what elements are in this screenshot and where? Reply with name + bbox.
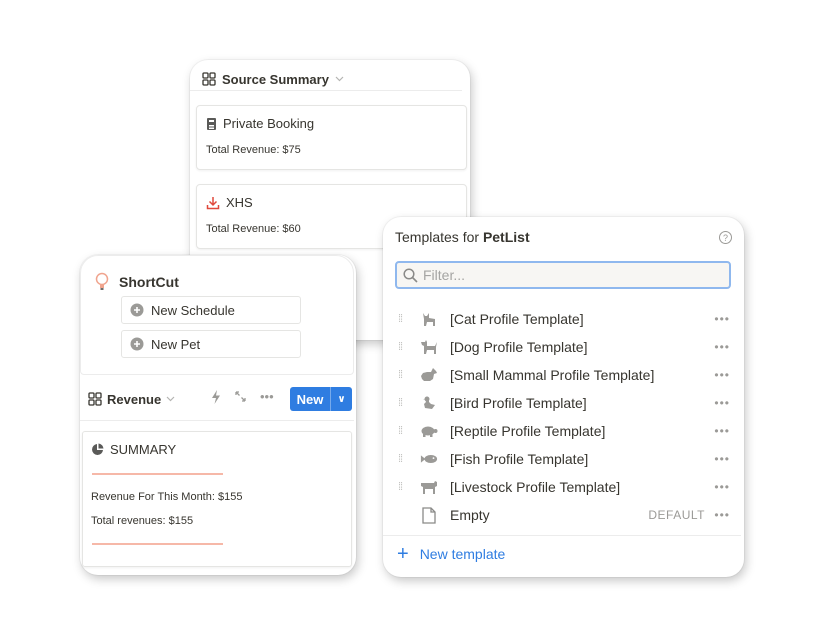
new-pet-button[interactable]: New Pet (121, 330, 301, 358)
drag-handle-icon[interactable]: ⁞⁞ (398, 398, 408, 409)
revenue-view-tab[interactable]: Revenue (88, 392, 175, 407)
total-revenues: Total revenues: $155 (91, 515, 194, 527)
filter-input[interactable]: Filter... (395, 261, 731, 289)
drag-handle-icon[interactable]: ⁞⁞ (398, 454, 408, 465)
template-item-empty[interactable]: ⁞⁞ Empty DEFAULT ••• (395, 501, 735, 529)
booking-icon (207, 117, 216, 130)
drag-handle-icon[interactable]: ⁞⁞ (398, 482, 408, 493)
gallery-icon (202, 72, 216, 86)
plus-icon: + (397, 543, 409, 565)
new-template-label: New template (419, 546, 506, 562)
template-label: [Reptile Profile Template] (450, 423, 606, 439)
shortcut-title: ShortCut (119, 274, 179, 290)
templates-header: Templates for PetList (395, 229, 530, 245)
lightning-icon[interactable] (211, 389, 221, 404)
templates-database-name: PetList (482, 229, 530, 245)
more-options-icon[interactable]: ••• (260, 389, 274, 404)
template-label: [Dog Profile Template] (450, 339, 588, 355)
template-label: [Cat Profile Template] (450, 311, 584, 327)
template-item-bird[interactable]: ⁞⁞ [Bird Profile Template] ••• (395, 389, 735, 417)
shortcut-revenue-panel: ShortCut New Schedule New Pet Revenue ••… (80, 255, 356, 575)
templates-header-prefix: Templates for (395, 229, 480, 245)
template-item-reptile[interactable]: ⁞⁞ [Reptile Profile Template] ••• (395, 417, 735, 445)
button-label: New Schedule (151, 302, 235, 318)
source-summary-title: Source Summary (222, 71, 329, 87)
template-item-fish[interactable]: ⁞⁞ [Fish Profile Template] ••• (395, 445, 735, 473)
more-options-icon[interactable]: ••• (714, 452, 730, 466)
more-options-icon[interactable]: ••• (714, 368, 730, 382)
accent-divider (92, 473, 223, 475)
summary-title: SUMMARY (110, 442, 177, 457)
expand-icon[interactable] (234, 390, 247, 403)
cat-icon (423, 313, 435, 326)
revenue-this-month: Revenue For This Month: $155 (91, 491, 243, 503)
source-summary-view-tab[interactable]: Source Summary (202, 66, 344, 92)
page-icon (422, 506, 436, 524)
help-icon[interactable]: ? (719, 231, 732, 244)
search-icon (403, 267, 418, 283)
button-label: New Pet (151, 336, 201, 352)
source-card-title: Private Booking (223, 116, 315, 131)
new-template-button[interactable]: + New template (397, 543, 506, 565)
new-button-label: New (296, 391, 324, 407)
pie-chart-icon (92, 443, 104, 455)
drag-handle-icon[interactable]: ⁞⁞ (398, 314, 408, 325)
more-options-icon[interactable]: ••• (714, 424, 730, 438)
divider (383, 535, 741, 536)
new-button[interactable]: New ∨ (290, 387, 352, 411)
drag-handle-icon[interactable]: ⁞⁞ (398, 426, 408, 437)
accent-divider (92, 543, 223, 545)
fish-icon (420, 454, 438, 464)
filter-placeholder: Filter... (423, 267, 466, 283)
divider (80, 420, 354, 421)
rabbit-icon (421, 368, 437, 381)
download-icon (206, 196, 220, 209)
template-label: [Livestock Profile Template] (450, 479, 621, 495)
shortcut-callout: ShortCut New Schedule New Pet (80, 255, 354, 375)
template-label: [Fish Profile Template] (450, 451, 589, 467)
source-card-private-booking[interactable]: Private Booking Total Revenue: $75 (196, 105, 467, 170)
more-options-icon[interactable]: ••• (714, 396, 730, 410)
chevron-down-icon (166, 396, 175, 402)
new-schedule-button[interactable]: New Schedule (121, 296, 301, 324)
template-item-small-mammal[interactable]: ⁞⁞ [Small Mammal Profile Template] ••• (395, 361, 735, 389)
template-item-dog[interactable]: ⁞⁞ [Dog Profile Template] ••• (395, 333, 735, 361)
source-card-title: XHS (226, 195, 253, 210)
default-badge: DEFAULT (648, 508, 705, 522)
summary-card[interactable]: SUMMARY Revenue For This Month: $155 Tot… (82, 431, 352, 567)
more-options-icon[interactable]: ••• (714, 340, 730, 354)
plus-circle-icon (130, 303, 144, 317)
template-list: ⁞⁞ [Cat Profile Template] ••• ⁞⁞ [Dog Pr… (395, 305, 735, 529)
plus-circle-icon (130, 337, 144, 351)
template-item-cat[interactable]: ⁞⁞ [Cat Profile Template] ••• (395, 305, 735, 333)
more-options-icon[interactable]: ••• (714, 508, 730, 522)
source-card-revenue: Total Revenue: $75 (206, 144, 301, 156)
revenue-view-toolbar: Revenue ••• New ∨ (88, 385, 354, 413)
drag-handle-icon[interactable]: ⁞⁞ (398, 370, 408, 381)
gallery-icon (88, 392, 102, 406)
template-label: [Small Mammal Profile Template] (450, 367, 655, 383)
revenue-view-title: Revenue (107, 391, 162, 407)
source-card-revenue: Total Revenue: $60 (206, 223, 301, 235)
lightbulb-icon (95, 272, 109, 290)
templates-panel: Templates for PetList ? Filter... ⁞⁞ [Ca… (383, 217, 744, 577)
chevron-down-icon[interactable]: ∨ (331, 394, 352, 405)
turtle-icon (421, 426, 438, 437)
cow-icon (421, 481, 437, 494)
template-label: Empty (450, 507, 490, 523)
more-options-icon[interactable]: ••• (714, 312, 730, 326)
dog-icon (421, 340, 437, 354)
template-item-livestock[interactable]: ⁞⁞ [Livestock Profile Template] ••• (395, 473, 735, 501)
bird-icon (423, 396, 435, 409)
drag-handle-icon[interactable]: ⁞⁞ (398, 342, 408, 353)
template-label: [Bird Profile Template] (450, 395, 587, 411)
chevron-down-icon (335, 76, 344, 82)
more-options-icon[interactable]: ••• (714, 480, 730, 494)
divider (190, 90, 462, 91)
